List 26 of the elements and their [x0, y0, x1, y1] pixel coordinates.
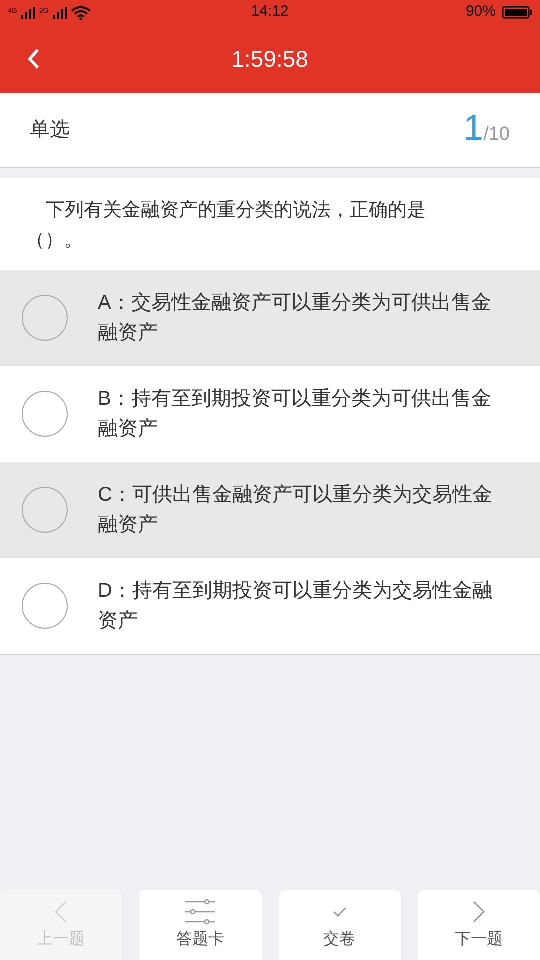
answer-option[interactable]: B：持有至到期投资可以重分类为可供出售金融资产	[0, 366, 540, 462]
current-question-number: 1	[464, 110, 484, 146]
option-text: D：持有至到期投资可以重分类为交易性金融资产	[98, 579, 494, 634]
option-text: B：持有至到期投资可以重分类为可供出售金融资产	[98, 387, 492, 442]
nav-button[interactable]: 交卷	[278, 890, 401, 960]
answer-option[interactable]: D：持有至到期投资可以重分类为交易性金融资产	[0, 558, 540, 654]
question-total: /10	[484, 123, 510, 148]
checkmark-icon	[332, 907, 347, 917]
battery-icon	[502, 6, 532, 19]
nav-button[interactable]: 下一题	[418, 890, 540, 960]
countdown-timer: 1:59:58	[232, 44, 308, 74]
wifi-icon	[70, 6, 91, 20]
question-type: 单选	[30, 118, 70, 143]
nav-button[interactable]: 答题卡	[139, 890, 262, 960]
status-time: 14:12	[251, 2, 289, 22]
answer-option[interactable]: C：可供出售金融资产可以重分类为交易性金融资产	[0, 462, 540, 558]
question-text: 下列有关金融资产的重分类的说法，正确的是（）。	[26, 199, 427, 253]
battery-percent: 90%	[466, 2, 496, 22]
chevron-left-icon	[55, 901, 68, 923]
option-text: A：交易性金融资产可以重分类为可供出售金融资产	[98, 291, 492, 346]
chevron-right-icon	[472, 901, 485, 923]
option-text: C：可供出售金融资产可以重分类为交易性金融资产	[98, 483, 494, 538]
signal-icon	[52, 6, 67, 18]
sliders-icon	[184, 899, 216, 925]
answer-option[interactable]: A：交易性金融资产可以重分类为可供出售金融资产	[0, 270, 540, 366]
signal-icon	[21, 6, 36, 18]
